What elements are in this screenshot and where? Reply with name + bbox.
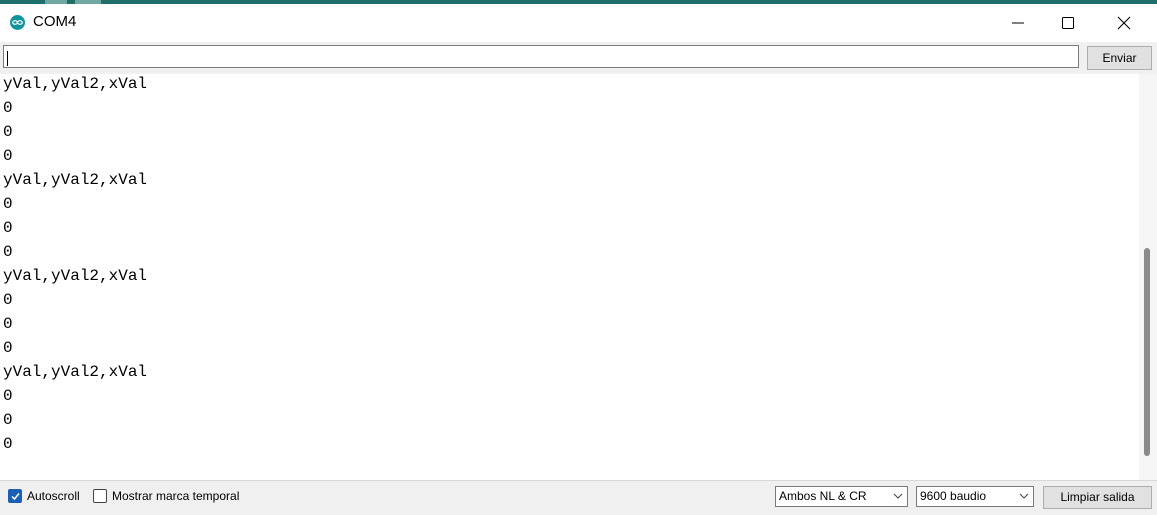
vertical-scrollbar[interactable] — [1139, 74, 1157, 480]
line-ending-select[interactable]: Ambos NL & CR — [775, 486, 908, 507]
baud-rate-value: 9600 baudio — [920, 489, 987, 503]
footer-bar: Autoscroll Mostrar marca temporal Ambos … — [0, 480, 1157, 515]
output-line: 0 — [3, 99, 13, 117]
autoscroll-checkbox[interactable] — [8, 489, 22, 503]
send-button[interactable]: Enviar — [1087, 46, 1152, 70]
output-line: 0 — [3, 147, 13, 165]
output-line: 0 — [3, 195, 13, 213]
chevron-down-icon — [893, 493, 903, 499]
title-bar[interactable]: COM4 — [0, 4, 1157, 42]
chevron-down-icon — [1019, 493, 1029, 499]
maximize-icon — [1062, 17, 1074, 29]
minimize-icon — [1012, 22, 1024, 24]
minimize-button[interactable] — [993, 4, 1043, 42]
clear-output-button[interactable]: Limpiar salida — [1043, 486, 1152, 509]
output-line: yVal,yVal2,xVal — [3, 171, 148, 189]
autoscroll-label[interactable]: Autoscroll — [27, 489, 80, 504]
scrollbar-thumb[interactable] — [1144, 248, 1150, 456]
send-bar: Enviar — [0, 42, 1157, 74]
output-line: yVal,yVal2,xVal — [3, 75, 148, 93]
arduino-icon — [10, 15, 25, 30]
output-line: 0 — [3, 387, 13, 405]
checkmark-icon — [11, 493, 20, 501]
timestamp-label[interactable]: Mostrar marca temporal — [112, 489, 239, 504]
output-line: yVal,yVal2,xVal — [3, 267, 148, 285]
close-icon — [1117, 16, 1131, 30]
baud-rate-select[interactable]: 9600 baudio — [916, 486, 1034, 507]
output-line: 0 — [3, 243, 13, 261]
text-caret — [7, 51, 8, 66]
output-line: 0 — [3, 339, 13, 357]
output-line: yVal,yVal2,xVal — [3, 363, 148, 381]
output-line: 0 — [3, 291, 13, 309]
output-line: 0 — [3, 123, 13, 141]
output-line: 0 — [3, 219, 13, 237]
timestamp-checkbox[interactable] — [93, 489, 107, 503]
output-line: 0 — [3, 411, 13, 429]
output-line: 0 — [3, 315, 13, 333]
close-button[interactable] — [1099, 4, 1149, 42]
serial-output[interactable]: yVal,yVal2,xVal 0 0 0 yVal,yVal2,xVal 0 0 0 yVal… — [0, 74, 1139, 480]
line-ending-value: Ambos NL & CR — [779, 489, 867, 503]
output-line: 0 — [3, 435, 13, 453]
maximize-button[interactable] — [1043, 4, 1093, 42]
window-title: COM4 — [33, 13, 77, 30]
send-input[interactable] — [3, 45, 1079, 68]
